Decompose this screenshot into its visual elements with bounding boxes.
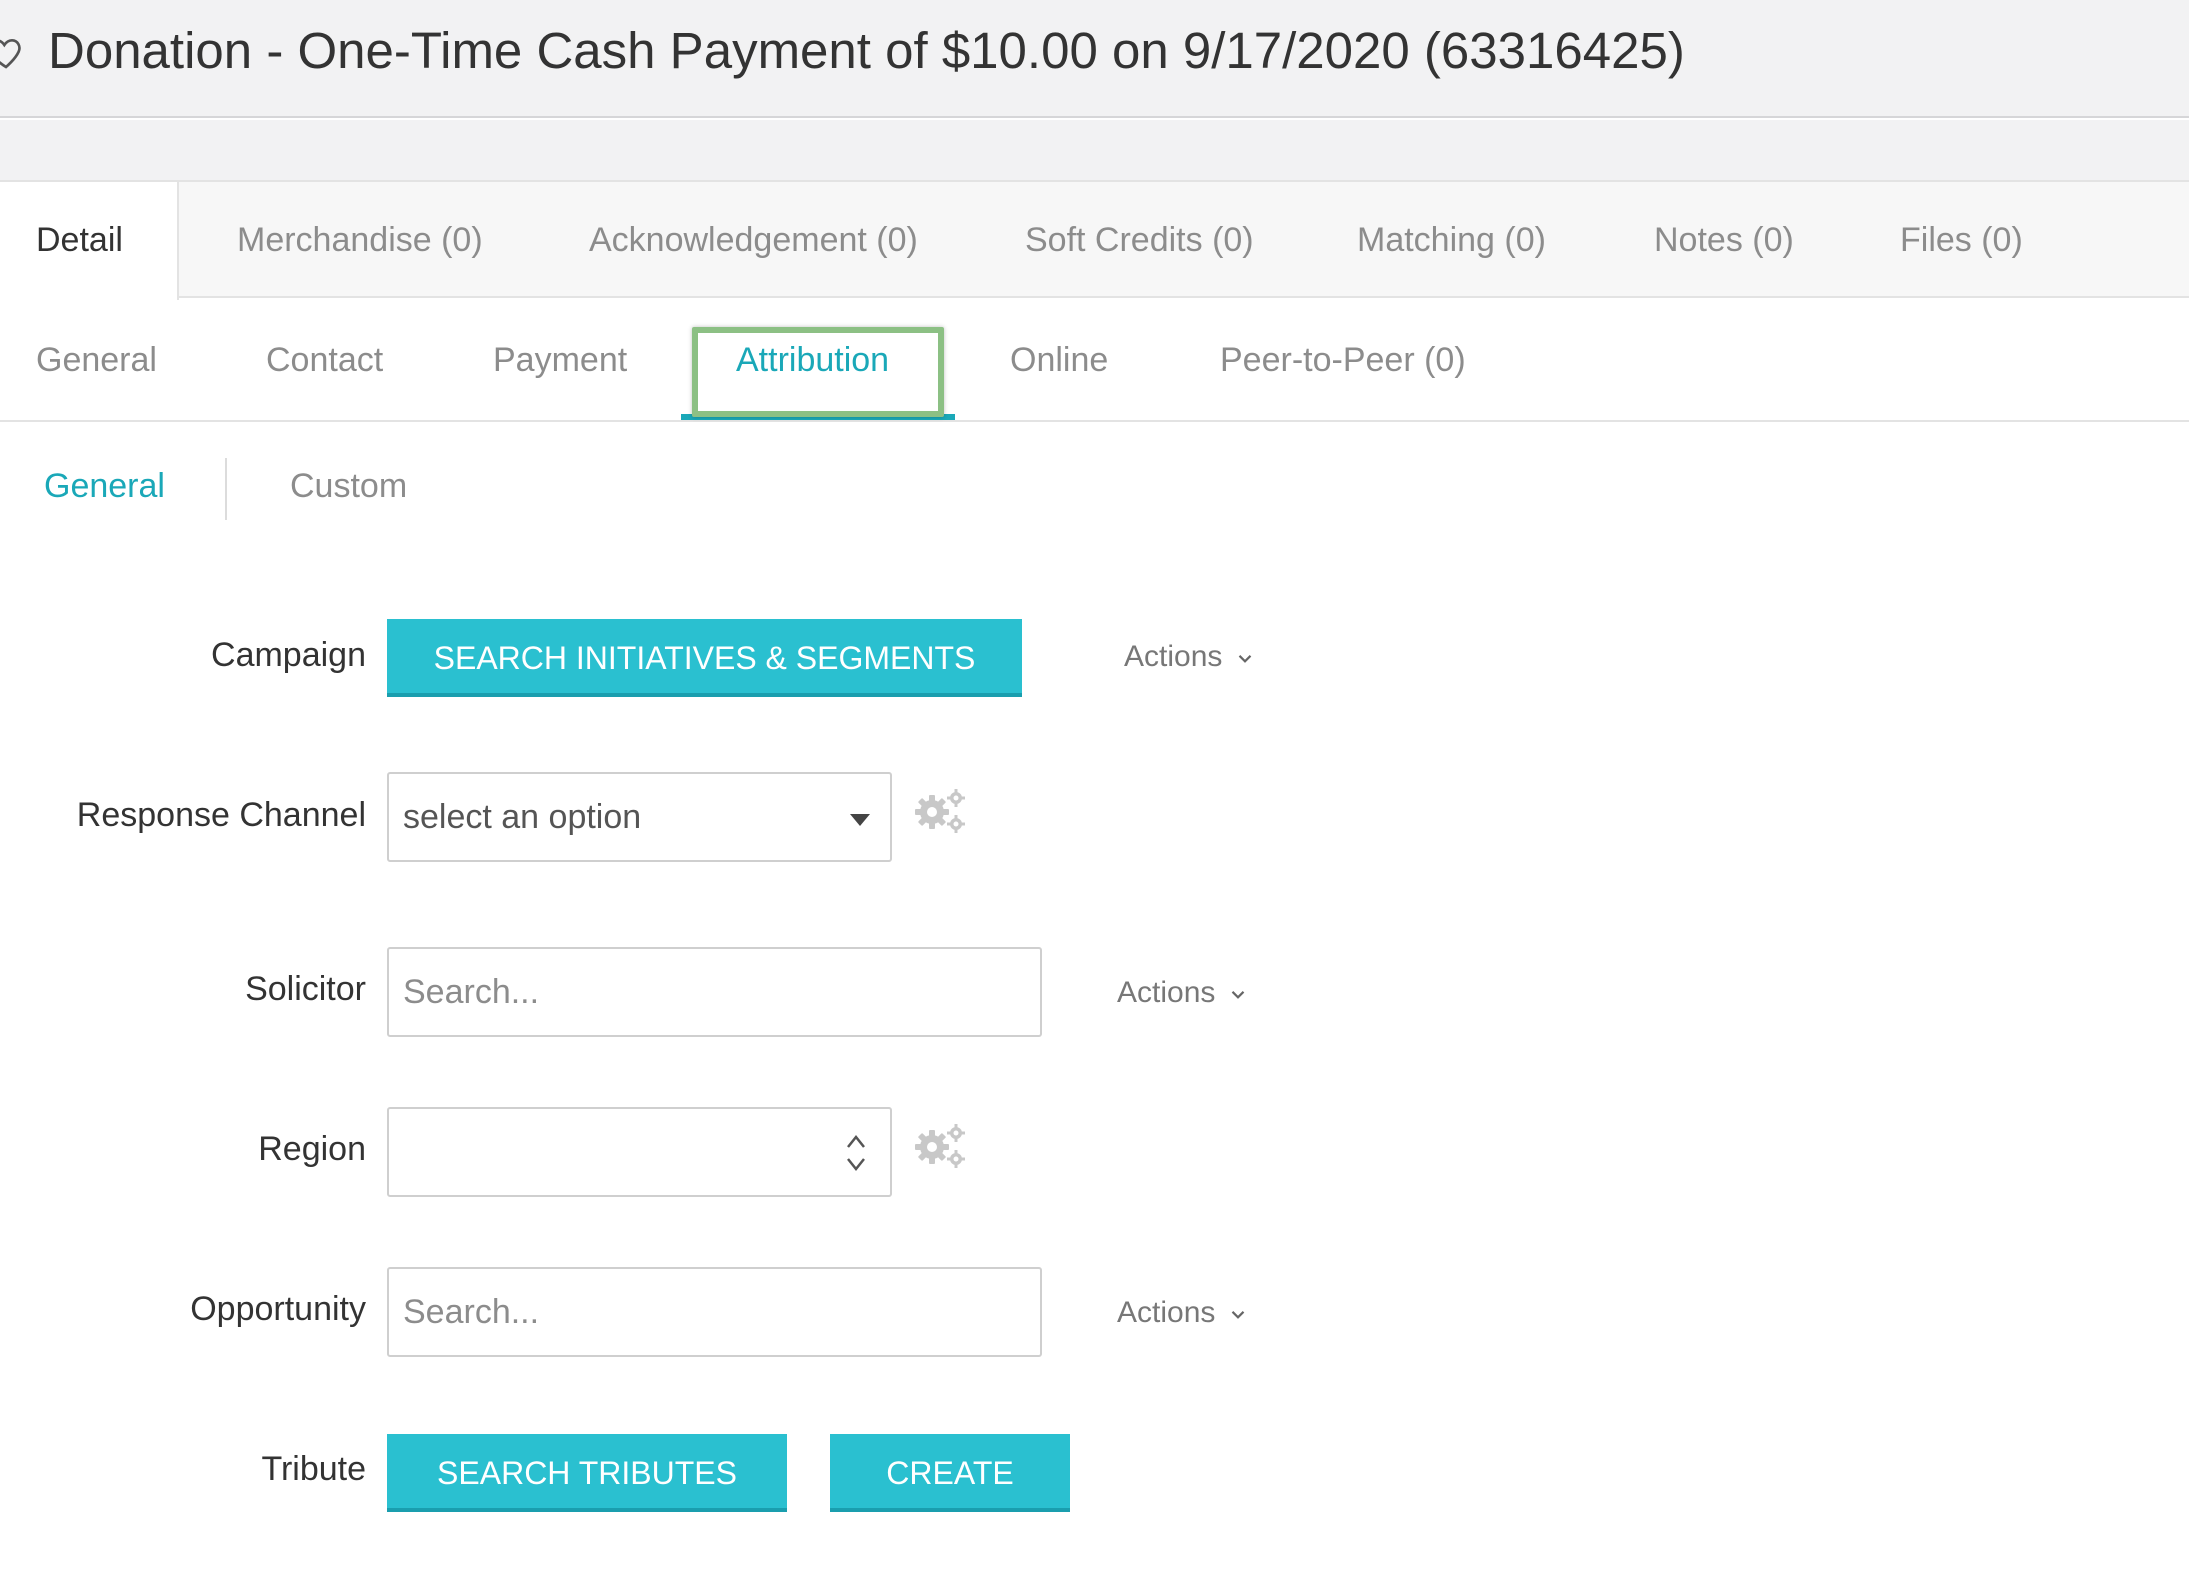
heart-outline-icon[interactable] bbox=[0, 32, 26, 72]
caret-down-icon bbox=[850, 814, 870, 826]
opportunity-search-input[interactable] bbox=[387, 1267, 1042, 1357]
solicitor-search-input[interactable] bbox=[387, 947, 1042, 1037]
subtab-online[interactable]: Online bbox=[1010, 300, 1108, 420]
subtab-general[interactable]: General bbox=[36, 300, 157, 420]
tab-files[interactable]: Files (0) bbox=[1900, 182, 2023, 298]
tab-detail[interactable]: Detail bbox=[0, 182, 179, 300]
tab-merchandise[interactable]: Merchandise (0) bbox=[237, 182, 483, 298]
subtab-payment[interactable]: Payment bbox=[493, 300, 627, 420]
tab-matching[interactable]: Matching (0) bbox=[1357, 182, 1546, 298]
region-select[interactable] bbox=[387, 1107, 892, 1197]
opportunity-actions-dropdown[interactable]: Actions bbox=[1117, 1296, 1249, 1330]
chevron-down-icon bbox=[1232, 991, 1245, 999]
subtab-contact[interactable]: Contact bbox=[266, 300, 383, 420]
tab-acknowledgement[interactable]: Acknowledgement (0) bbox=[589, 182, 918, 298]
subtab-peer-to-peer[interactable]: Peer-to-Peer (0) bbox=[1220, 300, 1466, 420]
up-down-arrows-icon bbox=[847, 1134, 865, 1172]
chevron-down-icon bbox=[1239, 655, 1252, 663]
solicitor-actions-dropdown[interactable]: Actions bbox=[1117, 976, 1249, 1010]
header-band bbox=[0, 120, 2189, 180]
opportunity-label: Opportunity bbox=[190, 1290, 366, 1328]
page-header: Donation - One-Time Cash Payment of $10.… bbox=[0, 0, 2189, 118]
section-tab-general[interactable]: General bbox=[44, 450, 165, 522]
tab-soft-credits[interactable]: Soft Credits (0) bbox=[1025, 182, 1254, 298]
opportunity-actions-label: Actions bbox=[1117, 1296, 1216, 1329]
region-label: Region bbox=[258, 1130, 366, 1168]
search-initiatives-segments-button[interactable]: SEARCH INITIATIVES & SEGMENTS bbox=[387, 619, 1022, 697]
chevron-down-icon bbox=[1232, 1311, 1245, 1319]
main-tab-bar: Detail Merchandise (0) Acknowledgement (… bbox=[0, 180, 2189, 300]
search-tributes-button[interactable]: SEARCH TRIBUTES bbox=[387, 1434, 787, 1512]
solicitor-actions-label: Actions bbox=[1117, 976, 1216, 1009]
campaign-label: Campaign bbox=[211, 636, 366, 674]
sub-tab-bar: General Contact Payment Attribution Onli… bbox=[0, 300, 2189, 422]
tab-notes[interactable]: Notes (0) bbox=[1654, 182, 1794, 298]
tribute-label: Tribute bbox=[261, 1450, 366, 1488]
create-tribute-button[interactable]: CREATE bbox=[830, 1434, 1070, 1512]
section-tab-custom[interactable]: Custom bbox=[290, 450, 407, 522]
attribution-highlight-box bbox=[692, 327, 944, 417]
solicitor-label: Solicitor bbox=[245, 970, 366, 1008]
response-channel-label: Response Channel bbox=[76, 796, 366, 834]
campaign-actions-dropdown[interactable]: Actions bbox=[1124, 640, 1256, 674]
campaign-actions-label: Actions bbox=[1124, 640, 1223, 673]
settings-gears-icon[interactable] bbox=[912, 786, 968, 836]
page-title: Donation - One-Time Cash Payment of $10.… bbox=[48, 22, 1685, 79]
response-channel-value: select an option bbox=[403, 798, 642, 836]
settings-gears-icon[interactable] bbox=[912, 1121, 968, 1171]
response-channel-select[interactable]: select an option bbox=[387, 772, 892, 862]
section-tab-bar: General Custom bbox=[0, 450, 800, 522]
section-divider bbox=[225, 458, 227, 520]
